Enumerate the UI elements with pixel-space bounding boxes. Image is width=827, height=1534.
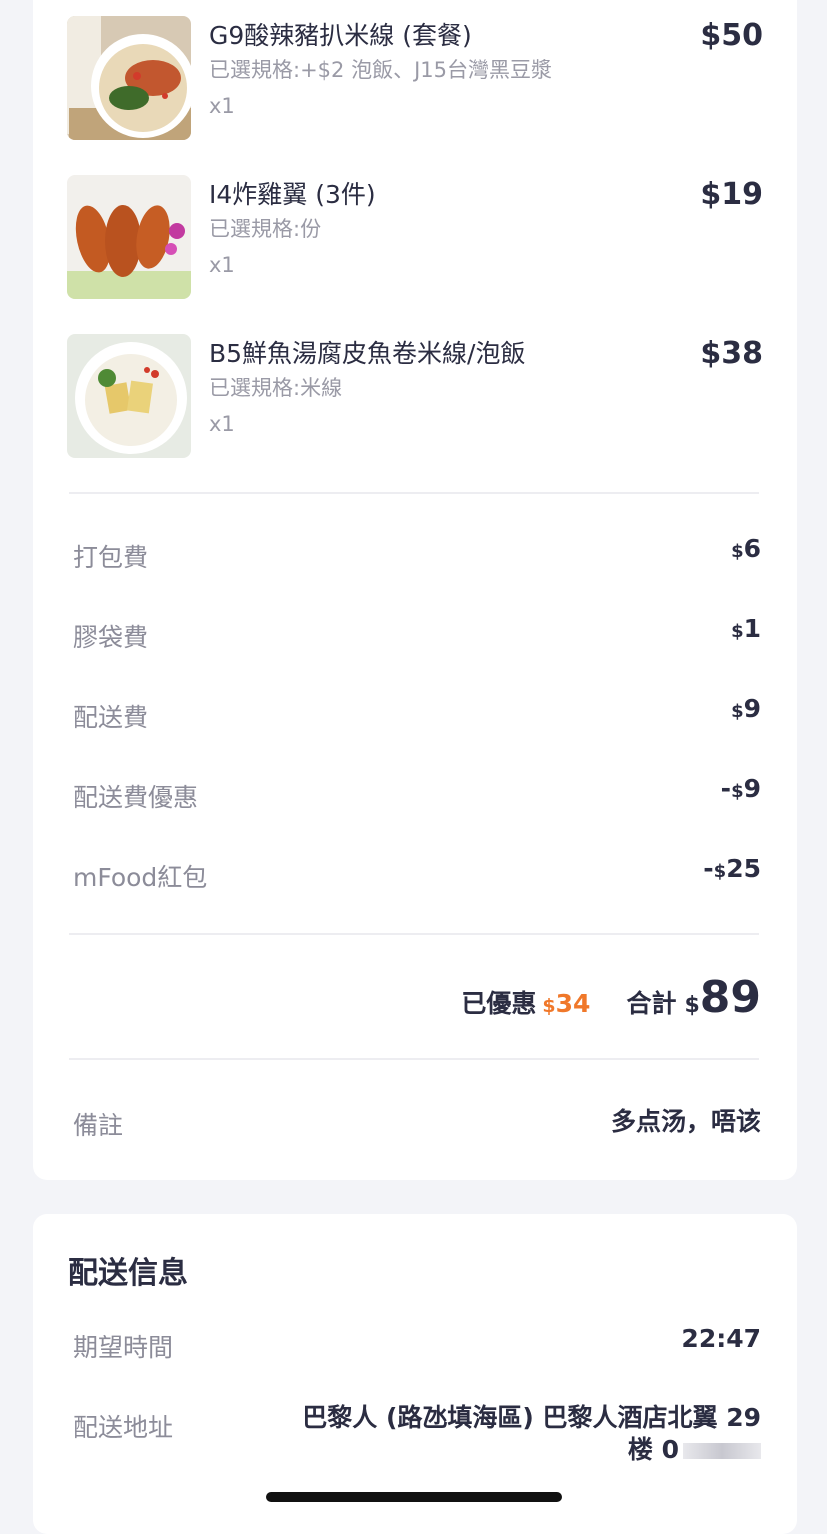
remark-row: 備註 多点汤，唔该 bbox=[73, 1102, 761, 1142]
fee-row-bag: 膠袋費 $1 bbox=[73, 614, 761, 654]
delivery-time-value: 22:47 bbox=[681, 1324, 761, 1353]
delivery-address-label: 配送地址 bbox=[73, 1413, 174, 1442]
fee-row-packaging: 打包費 $6 bbox=[73, 534, 761, 574]
fee-value: -$25 bbox=[703, 854, 761, 883]
total-label: 合計 bbox=[626, 989, 677, 1018]
total-amount: 89 bbox=[699, 972, 761, 1023]
item-spec: 已選規格:米線 bbox=[209, 376, 343, 400]
item-quantity: x1 bbox=[209, 253, 235, 277]
fee-label: 配送費 bbox=[73, 703, 149, 732]
fee-label: mFood紅包 bbox=[73, 863, 208, 892]
item-quantity: x1 bbox=[209, 412, 235, 436]
item-quantity: x1 bbox=[209, 94, 235, 118]
masked-text bbox=[683, 1443, 761, 1459]
item-spec: 已選規格:份 bbox=[209, 217, 322, 241]
order-item[interactable]: I4炸雞翼 (3件) 已選規格:份 x1 $19 bbox=[67, 175, 763, 301]
delivery-time-label: 期望時間 bbox=[73, 1333, 174, 1362]
fee-value: $9 bbox=[731, 694, 761, 723]
item-image bbox=[67, 334, 191, 458]
section-title: 配送信息 bbox=[68, 1256, 188, 1291]
total-currency: $ bbox=[684, 993, 700, 1018]
home-indicator[interactable] bbox=[266, 1492, 562, 1502]
fee-row-delivery-discount: 配送費優惠 -$9 bbox=[73, 774, 761, 814]
item-name: I4炸雞翼 (3件) bbox=[209, 180, 376, 209]
remark-label: 備註 bbox=[73, 1111, 124, 1140]
order-details-card: G9酸辣豬扒米線 (套餐) 已選規格:+$2 泡飯、J15台灣黑豆漿 x1 $5… bbox=[33, 0, 797, 1180]
divider bbox=[69, 492, 759, 494]
order-total-summary: 已優惠 $34 合計 $89 bbox=[461, 972, 761, 1023]
order-item[interactable]: B5鮮魚湯腐皮魚卷米線/泡飯 已選規格:米線 x1 $38 bbox=[67, 334, 763, 460]
fee-value: $1 bbox=[731, 614, 761, 643]
item-price: $38 bbox=[700, 336, 763, 371]
fee-row-red-packet: mFood紅包 -$25 bbox=[73, 854, 761, 894]
item-image bbox=[67, 16, 191, 140]
fee-value: -$9 bbox=[720, 774, 761, 803]
item-spec: 已選規格:+$2 泡飯、J15台灣黑豆漿 bbox=[209, 58, 552, 82]
remark-value: 多点汤，唔该 bbox=[610, 1107, 761, 1136]
item-price: $50 bbox=[700, 18, 763, 53]
fee-label: 膠袋費 bbox=[73, 623, 149, 652]
delivery-address-value: 巴黎人 (路氹填海區) 巴黎人酒店北翼 29 楼 0 bbox=[302, 1403, 761, 1464]
fee-row-delivery: 配送費 $9 bbox=[73, 694, 761, 734]
order-item[interactable]: G9酸辣豬扒米線 (套餐) 已選規格:+$2 泡飯、J15台灣黑豆漿 x1 $5… bbox=[67, 16, 763, 142]
delivery-info-card: 配送信息 期望時間 22:47 配送地址 巴黎人 (路氹填海區) 巴黎人酒店北翼… bbox=[33, 1214, 797, 1534]
item-name: G9酸辣豬扒米線 (套餐) bbox=[209, 21, 472, 50]
item-image bbox=[67, 175, 191, 299]
item-name: B5鮮魚湯腐皮魚卷米線/泡飯 bbox=[209, 339, 526, 368]
divider bbox=[69, 933, 759, 935]
divider bbox=[69, 1058, 759, 1060]
fee-value: $6 bbox=[731, 534, 761, 563]
fee-label: 配送費優惠 bbox=[73, 783, 199, 812]
discount-label: 已優惠 bbox=[461, 989, 537, 1018]
fee-label: 打包費 bbox=[73, 543, 149, 572]
discount-amount: $34 bbox=[542, 989, 591, 1018]
item-price: $19 bbox=[700, 177, 763, 212]
